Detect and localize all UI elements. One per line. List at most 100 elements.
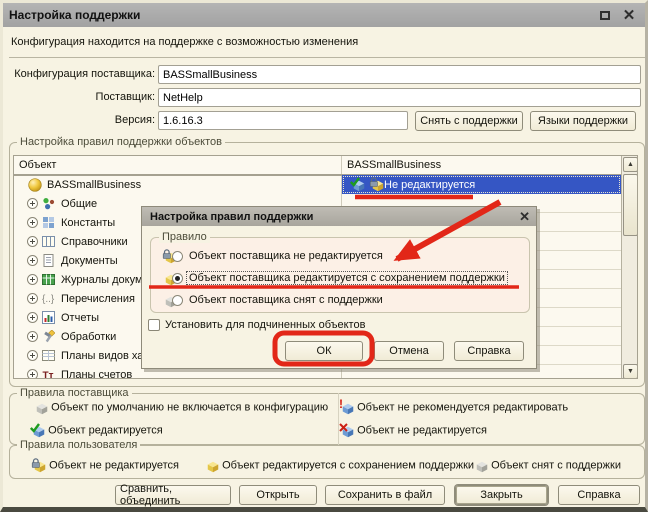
supplier-label: Поставщик: <box>9 91 155 103</box>
legend-item: Объект по умолчанию не включается в конф… <box>33 400 328 415</box>
cube-yellow-lock-icon <box>152 249 167 264</box>
version-label: Версия: <box>9 114 155 126</box>
legend-item: Объект не редактируется <box>31 458 179 473</box>
expand-icon[interactable] <box>27 236 38 247</box>
tree-item-icon <box>42 330 57 343</box>
tree-item-icon <box>42 273 57 286</box>
expand-icon[interactable] <box>27 255 38 266</box>
cube-gray-icon <box>33 400 48 415</box>
scrollbar-thumb[interactable] <box>623 174 638 236</box>
table-header: Объект BASSmallBusiness <box>14 156 621 175</box>
save-to-file-button[interactable]: Сохранить в файл <box>325 485 445 505</box>
tree-item-icon <box>42 311 57 324</box>
legend-item: Объект снят с поддержки <box>473 458 621 473</box>
expand-icon[interactable] <box>27 293 38 304</box>
tree-item-icon <box>42 197 57 210</box>
supplier-input[interactable] <box>158 88 641 107</box>
tree-item-icon <box>42 349 57 362</box>
rule-option-removed-from-support[interactable]: Объект поставщика снят с поддержки <box>142 292 536 308</box>
close-button[interactable]: Закрыть <box>455 485 548 505</box>
maximize-icon[interactable] <box>597 7 613 23</box>
expand-icon[interactable] <box>27 198 38 209</box>
legend-item: Объект редактируется <box>30 423 163 438</box>
scroll-down-icon[interactable]: ▼ <box>623 364 638 379</box>
rule-group-title: Правило <box>159 231 210 243</box>
rule-option-editable-keep-support[interactable]: Объект поставщика редактируется с сохран… <box>142 270 536 286</box>
object-not-edited-icon <box>365 177 380 192</box>
help-button[interactable]: Справка <box>558 485 640 505</box>
tree-item-label: Отчеты <box>61 312 99 324</box>
close-icon[interactable]: ✕ <box>621 7 637 23</box>
legend-item: Объект редактируется с сохранением подде… <box>204 458 474 473</box>
cube-blue-warn-icon: ! <box>339 400 354 415</box>
tree-item-label: Константы <box>61 217 115 229</box>
tree-item-label: Планы счетов <box>61 369 132 380</box>
legend-item: Объект не редактируется <box>339 423 487 438</box>
root-row-status-cell[interactable]: Не редактируется <box>342 175 621 194</box>
column-header-config: BASSmallBusiness <box>347 159 441 171</box>
version-input[interactable] <box>158 111 408 130</box>
radio-removed-from-support[interactable] <box>172 295 183 306</box>
tree-item-icon <box>42 216 57 229</box>
tree-root-label: BASSmallBusiness <box>47 179 141 191</box>
expand-icon[interactable] <box>27 350 38 361</box>
radio-not-editable[interactable] <box>172 251 183 262</box>
tree-root-row[interactable]: BASSmallBusiness <box>14 175 341 194</box>
tree-item-icon: Тт <box>42 368 57 379</box>
support-rules-dialog: Настройка правил поддержки ✕ Правило Объ… <box>141 206 537 369</box>
ok-button[interactable]: ОК <box>285 341 363 361</box>
open-button[interactable]: Открыть <box>239 485 317 505</box>
expand-icon[interactable] <box>27 274 38 285</box>
dialog-close-icon[interactable]: ✕ <box>519 209 530 225</box>
support-status-text: Конфигурация находится на поддержке с во… <box>11 36 358 48</box>
tree-item-icon <box>42 254 57 267</box>
column-header-object: Объект <box>19 159 56 171</box>
expand-icon[interactable] <box>27 312 38 323</box>
tree-item-label: Обработки <box>61 331 116 343</box>
tree-item-icon: {..} <box>42 292 57 305</box>
supplier-config-label: Конфигурация поставщика: <box>9 68 155 80</box>
object-editable-icon <box>346 177 361 192</box>
legend-item: ! Объект не рекомендуется редактировать <box>339 400 568 415</box>
vertical-scrollbar[interactable]: ▲ ▼ <box>621 156 638 379</box>
rule-option-not-editable[interactable]: Объект поставщика не редактируется <box>142 248 536 264</box>
scroll-up-icon[interactable]: ▲ <box>623 157 638 172</box>
dialog-help-button[interactable]: Справка <box>454 341 524 361</box>
dialog-title: Настройка правил поддержки <box>150 211 313 223</box>
radio-editable-keep-support[interactable] <box>172 273 183 284</box>
cube-gray-icon <box>152 293 167 308</box>
cancel-button[interactable]: Отмена <box>374 341 444 361</box>
separator <box>9 57 645 58</box>
svg-text:{..}: {..} <box>42 294 55 305</box>
window-title: Настройка поддержки <box>9 8 140 22</box>
compare-merge-button[interactable]: Сравнить, объединить <box>115 485 231 505</box>
root-row-status-text: Не редактируется <box>384 179 475 191</box>
window-titlebar[interactable]: Настройка поддержки <box>3 3 645 27</box>
expand-icon[interactable] <box>27 217 38 228</box>
tree-item-icon <box>42 235 57 248</box>
tree-item-label: Документы <box>61 255 118 267</box>
dialog-titlebar[interactable]: Настройка правил поддержки <box>142 207 536 226</box>
cube-yellow-lock-icon <box>31 458 46 473</box>
cube-blue-check-icon <box>30 423 45 438</box>
cube-gray-icon <box>473 458 488 473</box>
apply-to-subordinate-checkbox[interactable] <box>148 319 160 331</box>
supplier-config-input[interactable] <box>158 65 641 84</box>
support-settings-window: Настройка поддержки ✕ Конфигурация наход… <box>0 0 648 512</box>
tree-item-label: Общие <box>61 198 97 210</box>
tree-item-label: Перечисления <box>61 293 135 305</box>
apply-to-subordinate-label: Установить для подчиненных объектов <box>165 319 365 331</box>
object-rules-group-title: Настройка правил поддержки объектов <box>17 136 225 148</box>
expand-icon[interactable] <box>27 369 38 379</box>
tree-item-label: Справочники <box>61 236 128 248</box>
svg-text:Тт: Тт <box>43 371 54 380</box>
cube-yellow-icon <box>152 271 167 286</box>
expand-icon[interactable] <box>27 331 38 342</box>
cube-blue-x-icon <box>339 423 354 438</box>
remove-support-button[interactable]: Снять с поддержки <box>415 111 523 131</box>
support-languages-button[interactable]: Языки поддержки <box>530 111 636 131</box>
configuration-root-icon <box>28 178 43 192</box>
supplier-rules-title: Правила поставщика <box>17 387 132 399</box>
cube-yellow-icon <box>204 458 219 473</box>
user-rules-title: Правила пользователя <box>17 439 140 451</box>
